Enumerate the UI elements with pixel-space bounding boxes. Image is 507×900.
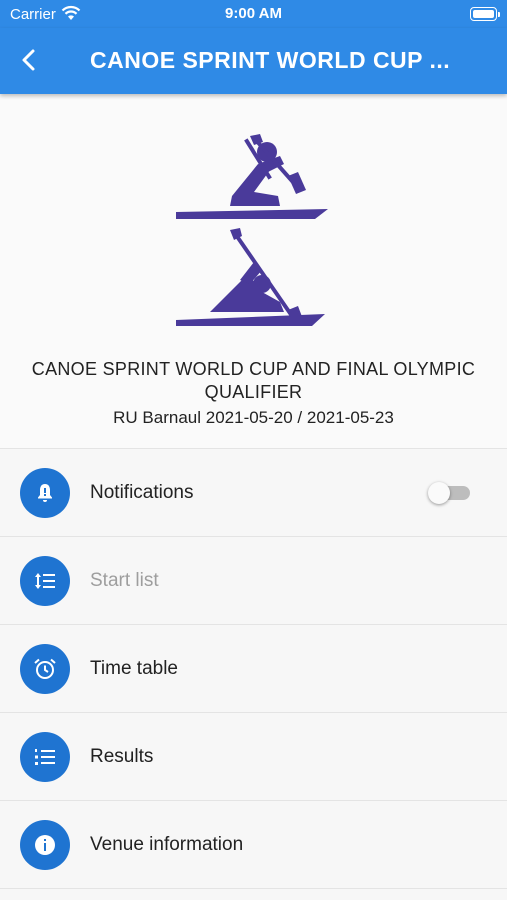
event-menu: Notifications Start list Time table Resu… (0, 449, 507, 889)
format-line-spacing-icon (20, 556, 70, 606)
menu-item-label: Results (90, 746, 154, 767)
battery-icon (470, 7, 500, 21)
numbered-list-icon (20, 732, 70, 782)
menu-item-label: Start list (90, 570, 159, 591)
clock: 9:00 AM (225, 5, 282, 22)
menu-item-time-table[interactable]: Time table (0, 625, 507, 713)
bell-alert-icon (20, 468, 70, 518)
app-bar: CANOE SPRINT WORLD CUP ... (0, 28, 507, 94)
back-arrow-icon[interactable] (14, 45, 44, 75)
event-header: CANOE SPRINT WORLD CUP AND FINAL OLYMPIC… (0, 94, 507, 449)
event-location-dates: RU Barnaul 2021-05-20 / 2021-05-23 (113, 408, 394, 427)
menu-item-label: Venue information (90, 834, 244, 855)
event-title: CANOE SPRINT WORLD CUP AND FINAL OLYMPIC… (31, 359, 476, 402)
menu-item-venue-information[interactable]: Venue information (0, 801, 507, 889)
menu-item-label: Time table (90, 658, 178, 679)
canoe-sprint-logo (176, 134, 328, 326)
info-icon (20, 820, 70, 870)
notifications-toggle[interactable] (428, 481, 472, 505)
menu-item-start-list[interactable]: Start list (0, 537, 507, 625)
page-title: CANOE SPRINT WORLD CUP ... (90, 47, 451, 73)
menu-item-label: Notifications (90, 482, 194, 503)
menu-item-results[interactable]: Results (0, 713, 507, 801)
alarm-clock-icon (20, 644, 70, 694)
status-bar: Carrier 9:00 AM (0, 0, 507, 28)
menu-item-notifications[interactable]: Notifications (0, 449, 507, 537)
